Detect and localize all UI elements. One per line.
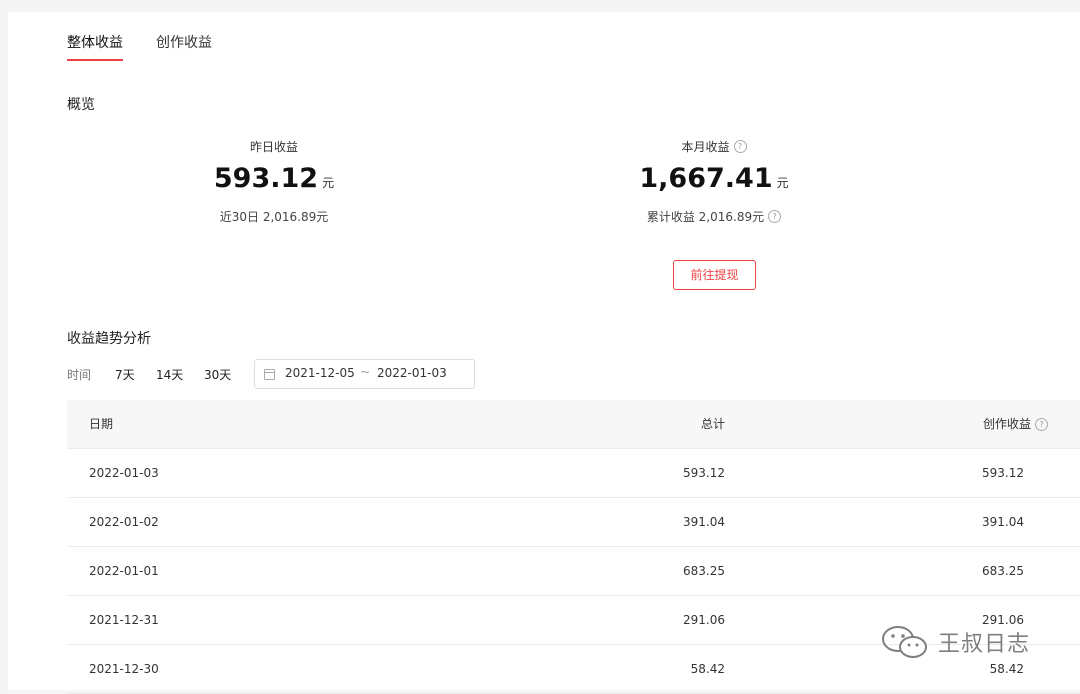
date-range-end[interactable]: 2022-01-03 <box>377 366 447 380</box>
range-30-days-button[interactable]: 30天 <box>204 366 231 383</box>
column-header-date: 日期 <box>89 417 114 431</box>
range-7-days-button[interactable]: 7天 <box>115 366 135 383</box>
row-date: 2022-01-02 <box>89 515 159 529</box>
row-date: 2022-01-01 <box>89 564 159 578</box>
month-earnings-card: 本月收益 ? 1,667.41 元 累计收益 2,016.89元 ? <box>598 138 830 224</box>
column-header-creation-text: 创作收益 <box>982 417 1031 431</box>
last-30-days-earnings-text: 近30日 2,016.89元 <box>219 209 329 224</box>
yesterday-earnings-amount: 593.12 <box>213 163 319 194</box>
month-earnings-label: 本月收益 ? <box>598 138 830 154</box>
tab-creation-earnings[interactable]: 创作收益 <box>156 32 212 52</box>
row-creation: 593.12 <box>982 466 1024 480</box>
row-total: 291.06 <box>683 613 725 627</box>
withdraw-button[interactable]: 前往提现 <box>673 260 756 290</box>
row-date: 2021-12-30 <box>89 662 159 676</box>
column-header-total: 总计 <box>700 417 725 431</box>
column-header-creation: 创作收益 ? <box>983 400 1048 448</box>
row-total: 683.25 <box>683 564 725 578</box>
help-icon[interactable]: ? <box>768 209 782 223</box>
time-label: 时间 <box>67 368 92 382</box>
month-earnings-label-text: 本月收益 <box>681 139 730 154</box>
table-row: 2022-01-02 391.04 391.04 <box>67 498 1080 547</box>
overview-title: 概览 <box>67 97 95 113</box>
row-total: 391.04 <box>683 515 725 529</box>
table-row: 2022-01-03 593.12 593.12 <box>67 449 1080 498</box>
cumulative-earnings-text: 累计收益 2,016.89元 <box>646 209 765 224</box>
row-total: 593.12 <box>683 466 725 480</box>
row-total: 58.42 <box>690 662 725 676</box>
yesterday-earnings-label-text: 昨日收益 <box>249 139 298 154</box>
month-earnings-amount: 1,667.41 <box>639 163 773 194</box>
range-14-days-button[interactable]: 14天 <box>156 366 183 383</box>
watermark: 王叔日志 <box>880 622 1030 662</box>
month-earnings-value: 1,667.41 元 <box>598 162 830 200</box>
wechat-icon <box>882 626 927 658</box>
row-creation: 683.25 <box>982 564 1024 578</box>
yesterday-earnings-card: 昨日收益 593.12 元 近30日 2,016.89元 <box>168 138 380 224</box>
earnings-panel: 整体收益 创作收益 概览 昨日收益 593.12 元 近30日 2,016.89… <box>8 12 1080 694</box>
cumulative-earnings: 累计收益 2,016.89元 ? <box>598 208 830 224</box>
help-icon[interactable]: ? <box>733 139 747 153</box>
month-earnings-unit: 元 <box>776 176 789 190</box>
row-creation: 391.04 <box>982 515 1024 529</box>
table-row: 2022-01-01 683.25 683.25 <box>67 547 1080 596</box>
calendar-icon <box>264 369 275 380</box>
yesterday-earnings-label: 昨日收益 <box>168 138 380 154</box>
help-icon[interactable]: ? <box>1035 417 1048 431</box>
tab-overall-earnings[interactable]: 整体收益 <box>67 32 123 61</box>
last-30-days-earnings: 近30日 2,016.89元 <box>168 208 380 224</box>
trend-analysis-title: 收益趋势分析 <box>67 331 151 347</box>
yesterday-earnings-unit: 元 <box>322 176 335 190</box>
row-date: 2021-12-31 <box>89 613 159 627</box>
row-date: 2022-01-03 <box>89 466 159 480</box>
yesterday-earnings-value: 593.12 元 <box>168 162 380 200</box>
table-header: 日期 总计 创作收益 ? <box>67 400 1080 449</box>
date-range-picker[interactable]: 2021-12-05 ~ 2022-01-03 <box>254 359 475 389</box>
date-range-start[interactable]: 2021-12-05 <box>285 366 355 380</box>
watermark-text: 王叔日志 <box>938 632 1031 657</box>
date-range-separator: ~ <box>360 365 371 379</box>
